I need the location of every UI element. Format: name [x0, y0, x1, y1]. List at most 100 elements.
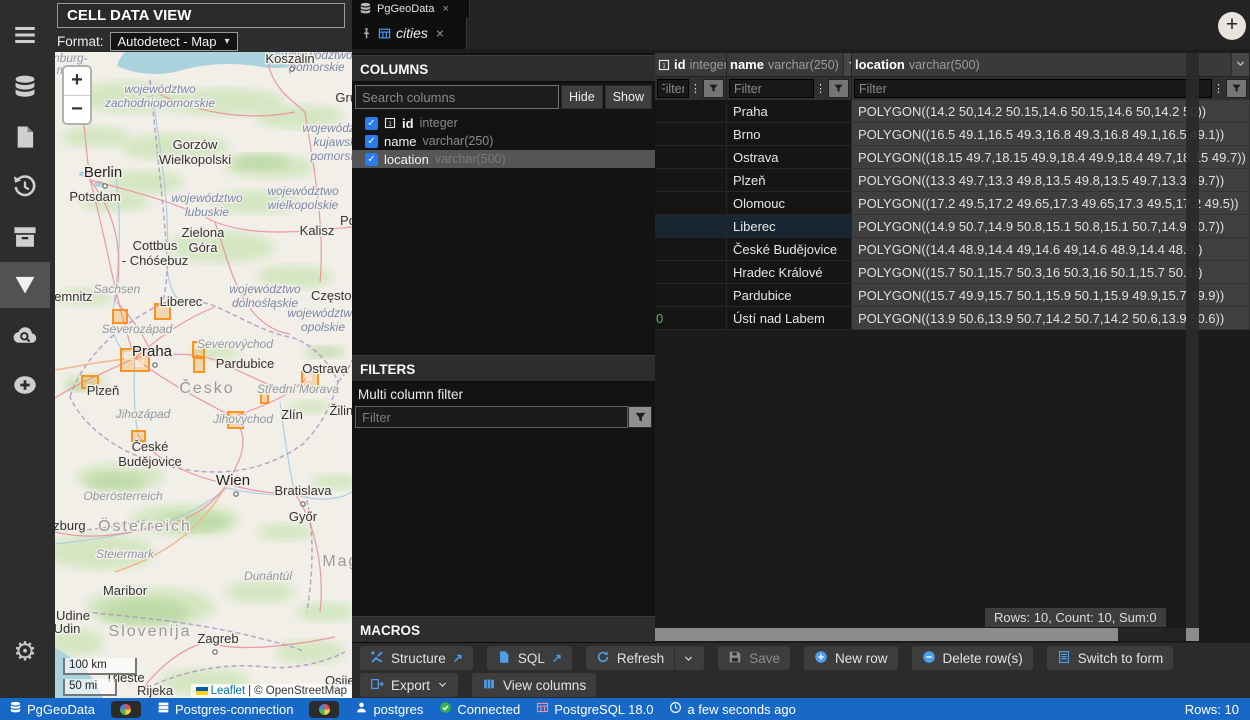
new-row-button[interactable]: New row [804, 646, 898, 670]
zoom-out-button[interactable]: − [64, 95, 90, 123]
cell-name[interactable]: Ústí nad Labem [727, 307, 852, 330]
table-row[interactable]: 0Ústí nad LabemPOLYGON((13.9 50.6,13.9 5… [655, 307, 1250, 330]
filter-funnel-button[interactable] [828, 79, 849, 98]
filters-panel-header[interactable]: FILTERS [352, 355, 655, 382]
grid-filter-input-location[interactable] [854, 79, 1212, 98]
statusbar-database-item[interactable]: PgGeoData [9, 701, 95, 717]
structure-button[interactable]: Structure↗ [360, 646, 473, 670]
show-button[interactable]: Show [605, 85, 652, 109]
filter-funnel-button[interactable] [703, 79, 724, 98]
refresh-button[interactable]: Refresh [586, 646, 704, 670]
table-row[interactable]: OlomoucPOLYGON((17.2 49.5,17.2 49.65,17.… [655, 192, 1250, 215]
cell-name[interactable]: Hradec Králové [727, 261, 852, 284]
column-list-item-id[interactable]: ✓1idinteger [352, 114, 655, 132]
grid-filter-input-name[interactable] [729, 79, 814, 98]
database-color-button[interactable] [111, 701, 141, 718]
cell-id[interactable] [655, 192, 727, 215]
filter-funnel-button[interactable] [1226, 79, 1247, 98]
add-circle-icon[interactable] [0, 362, 50, 408]
file-icon[interactable] [0, 114, 50, 160]
cell-id[interactable] [655, 261, 727, 284]
filter-funnel-button[interactable] [628, 406, 652, 428]
delete-row-s--button[interactable]: Delete row(s) [912, 646, 1033, 670]
cell-id[interactable]: 0 [655, 307, 727, 330]
table-row[interactable]: BrnoPOLYGON((16.5 49.1,16.5 49.3,16.8 49… [655, 123, 1250, 146]
cell-name[interactable]: Ostrava [727, 146, 852, 169]
cell-name[interactable]: Olomouc [727, 192, 852, 215]
cell-name[interactable]: Pardubice [727, 284, 852, 307]
vertical-scrollbar[interactable] [1186, 53, 1199, 641]
cell-name[interactable]: Brno [727, 123, 852, 146]
close-icon[interactable]: × [436, 25, 444, 41]
horizontal-scrollbar[interactable] [655, 628, 1186, 641]
tab-cities[interactable]: cities × [352, 17, 467, 49]
cell-name[interactable]: Liberec [727, 215, 852, 238]
cell-id[interactable] [655, 100, 727, 123]
cell-id[interactable] [655, 215, 727, 238]
statusbar-check-item[interactable]: Connected [439, 701, 520, 717]
geometry-marker[interactable] [194, 358, 204, 372]
cell-name[interactable]: České Budějovice [727, 238, 852, 261]
statusbar-clock-item[interactable]: a few seconds ago [669, 701, 795, 717]
database-color-button[interactable] [309, 701, 339, 718]
cell-id[interactable] [655, 169, 727, 192]
cell-name[interactable]: Praha [727, 100, 852, 123]
cell-id[interactable] [655, 123, 727, 146]
dropdown-toggle[interactable] [674, 646, 694, 670]
cell-data-view-icon[interactable] [0, 262, 50, 308]
new-tab-button[interactable]: + [1218, 12, 1246, 40]
tab-pggeodata[interactable]: PgGeoData × [352, 0, 470, 17]
svg-text:1: 1 [662, 62, 666, 69]
archive-icon[interactable] [0, 214, 50, 260]
grid-column-header-id[interactable]: 1idinteger [655, 53, 727, 77]
filter-options-button[interactable]: ⋮ [814, 82, 827, 95]
column-list-item-name[interactable]: ✓namevarchar(250) [352, 132, 655, 150]
leaflet-map[interactable]: enburg-miwojewództwopomorskieKoszalinwoj… [55, 52, 352, 698]
view-columns-button[interactable]: View columns [472, 673, 596, 697]
database-icon[interactable] [0, 64, 50, 110]
checkbox[interactable]: ✓ [365, 117, 378, 130]
settings-icon[interactable]: ⚙ [0, 628, 50, 674]
cell-name[interactable]: Plzeň [727, 169, 852, 192]
filter-options-button[interactable]: ⋮ [689, 82, 702, 95]
grid-column-header-name[interactable]: namevarchar(250) [727, 53, 852, 77]
menu-icon[interactable] [0, 12, 50, 58]
columns-panel-header[interactable]: COLUMNS [352, 55, 655, 82]
table-row[interactable]: PardubicePOLYGON((15.7 49.9,15.7 50.1,15… [655, 284, 1250, 307]
column-menu-button[interactable] [843, 53, 852, 77]
cell-id[interactable] [655, 238, 727, 261]
statusbar-user-item[interactable]: postgres [355, 701, 423, 717]
cloud-search-icon[interactable] [0, 312, 50, 358]
table-row[interactable]: PlzeňPOLYGON((13.3 49.7,13.3 49.8,13.5 4… [655, 169, 1250, 192]
filter-options-button[interactable]: ⋮ [1212, 82, 1225, 95]
table-row[interactable]: OstravaPOLYGON((18.15 49.7,18.15 49.9,18… [655, 146, 1250, 169]
grid-filter-input-id[interactable] [657, 79, 689, 98]
cell-id[interactable] [655, 284, 727, 307]
column-menu-button[interactable] [1231, 53, 1249, 77]
table-row[interactable]: LiberecPOLYGON((14.9 50.7,14.9 50.8,15.1… [655, 215, 1250, 238]
statusbar-version-item[interactable]: PostgreSQL 18.0 [536, 701, 653, 717]
table-row[interactable]: České BudějovicePOLYGON((14.4 48.9,14.4 … [655, 238, 1250, 261]
checkbox[interactable]: ✓ [365, 135, 378, 148]
statusbar-server-item[interactable]: Postgres-connection [157, 701, 294, 717]
zoom-in-button[interactable]: + [64, 67, 90, 95]
data-grid[interactable]: 1idintegernamevarchar(250)locationvarcha… [655, 53, 1250, 643]
export-button[interactable]: Export [360, 673, 458, 697]
hide-button[interactable]: Hide [561, 85, 603, 109]
table-row[interactable]: PrahaPOLYGON((14.2 50,14.2 50.15,14.6 50… [655, 100, 1250, 123]
table-row[interactable]: Hradec KrálovéPOLYGON((15.7 50.1,15.7 50… [655, 261, 1250, 284]
horizontal-scrollbar-thumb[interactable] [655, 628, 1118, 641]
multi-column-filter-input[interactable] [355, 406, 628, 428]
close-icon[interactable]: × [442, 3, 448, 15]
column-list-item-location[interactable]: ✓locationvarchar(500) [352, 150, 655, 168]
leaflet-link[interactable]: Leaflet [211, 685, 246, 697]
history-icon[interactable] [0, 164, 50, 210]
cell-id[interactable] [655, 146, 727, 169]
format-select[interactable]: Autodetect - Map ▾ [110, 32, 238, 51]
vertical-scrollbar-thumb[interactable] [1186, 628, 1199, 641]
switch-to-form-button[interactable]: Switch to form [1047, 646, 1174, 670]
search-columns-input[interactable] [355, 85, 559, 109]
checkbox[interactable]: ✓ [365, 153, 378, 166]
sql-button[interactable]: SQL↗ [487, 646, 572, 670]
macros-panel-header[interactable]: MACROS [352, 616, 655, 643]
